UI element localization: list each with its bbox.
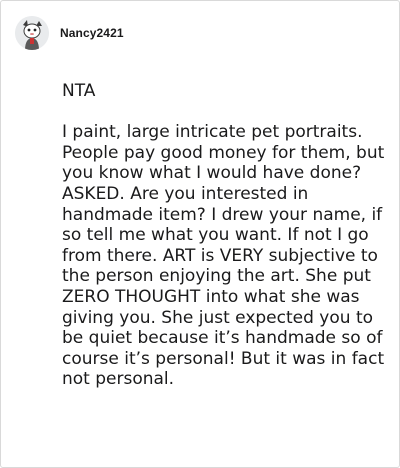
cartoon-avatar-icon[interactable] xyxy=(15,16,49,50)
comment-card: Nancy2421 NTA I paint, large intricate p… xyxy=(0,0,400,468)
comment-paragraph: I paint, large intricate pet portraits. … xyxy=(62,122,385,390)
comment-author[interactable]: Nancy2421 xyxy=(60,26,124,40)
comment-header: Nancy2421 xyxy=(15,15,124,51)
comment-body: NTA I paint, large intricate pet portrai… xyxy=(62,81,392,390)
comment-paragraph: NTA xyxy=(62,81,96,101)
